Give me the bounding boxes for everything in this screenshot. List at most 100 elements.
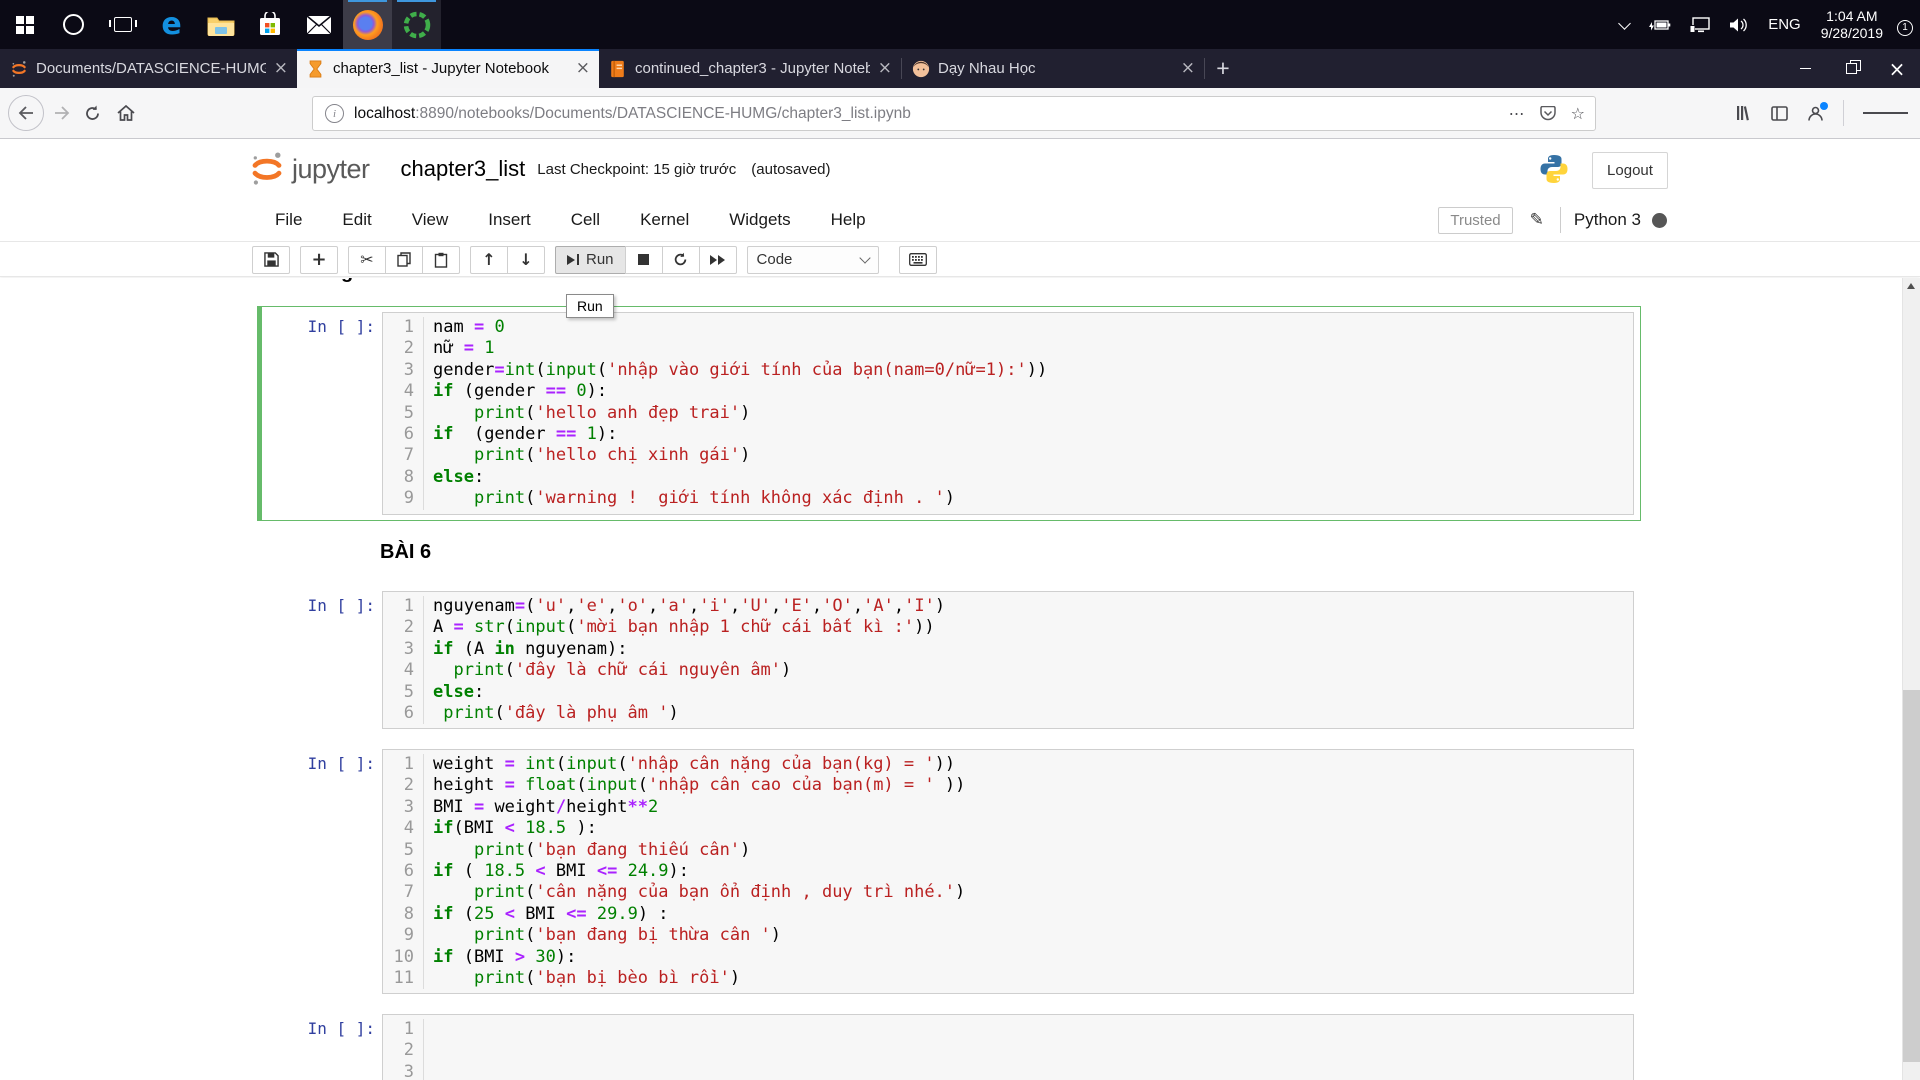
mail-button[interactable] [294, 0, 343, 49]
logout-button[interactable]: Logout [1592, 152, 1668, 189]
run-label: Run [586, 251, 614, 268]
file-explorer-button[interactable] [196, 0, 245, 49]
sidebar-toggle-icon[interactable] [1771, 106, 1788, 121]
tab-close-icon[interactable]: × [576, 60, 590, 77]
hidden-icons-chevron[interactable] [1620, 22, 1629, 28]
browser-tab-3[interactable]: continued_chapter3 - Jupyter Notebook × [599, 49, 901, 88]
browser-tab-1[interactable]: Documents/DATASCIENCE-HUMG × [0, 49, 297, 88]
line-numbers: 1234567891011 [383, 754, 424, 989]
save-button[interactable] [252, 246, 290, 274]
mail-icon [306, 15, 332, 35]
store-icon [257, 12, 283, 38]
cell-type-select[interactable]: Code [747, 246, 879, 274]
active-app-indicator [397, 0, 436, 2]
jupyter-logo[interactable] [249, 151, 285, 187]
back-button[interactable] [8, 95, 44, 131]
tab-close-icon[interactable]: × [878, 60, 892, 77]
url-path: :8890/notebooks/Documents/DATASCIENCE-HU… [415, 105, 911, 123]
cell-input-area[interactable]: 1234 [382, 1014, 1634, 1080]
menu-insert[interactable]: Insert [468, 210, 551, 230]
markdown-heading[interactable]: BÀI 6 [380, 540, 431, 564]
menu-file[interactable]: File [255, 210, 322, 230]
code-line: BMI = weight/height**2 [433, 797, 1633, 818]
python-logo-icon [1538, 153, 1570, 185]
tab-title: Dạy Nhau Học [938, 60, 1173, 77]
browser-tab-4[interactable]: Dạy Nhau Học × [902, 49, 1204, 88]
menu-kernel[interactable]: Kernel [620, 210, 709, 230]
menu-hamburger-icon[interactable] [1863, 110, 1908, 117]
action-center-button[interactable]: 1 [1901, 19, 1906, 31]
clipped-heading-fragment: g [341, 278, 363, 286]
edge-button[interactable]: e [147, 0, 196, 49]
run-all-button[interactable] [699, 246, 737, 274]
code-cell[interactable]: In [ ]:1234 [257, 1008, 1641, 1080]
scrollbar-thumb[interactable] [1903, 690, 1920, 1062]
menu-cell[interactable]: Cell [551, 210, 620, 230]
start-button[interactable] [0, 0, 49, 49]
code-line: if (BMI > 30): [433, 947, 1633, 968]
close-button[interactable]: × [1874, 49, 1920, 88]
microsoft-store-button[interactable] [245, 0, 294, 49]
account-icon[interactable] [1807, 105, 1824, 122]
jupyter-toolbar: + ✂ ↑ ↓ Run Code [0, 243, 1920, 277]
volume-status[interactable] [1729, 17, 1749, 33]
add-cell-button[interactable]: + [300, 246, 338, 274]
chevron-down-icon [859, 252, 870, 263]
code-line: if ( 18.5 < BMI <= 24.9): [433, 861, 1633, 882]
cortana-icon [63, 14, 84, 35]
page-info-icon[interactable]: i [325, 104, 344, 123]
language-indicator[interactable]: ENG [1768, 16, 1801, 33]
minimize-button[interactable] [1782, 49, 1828, 88]
code-line: print('hello anh đẹp trai') [433, 403, 1633, 424]
back-arrow-icon [18, 106, 34, 120]
cut-cell-button[interactable]: ✂ [348, 246, 386, 274]
menu-edit[interactable]: Edit [322, 210, 391, 230]
url-host: localhost [354, 105, 415, 123]
menu-help[interactable]: Help [811, 210, 886, 230]
cortana-button[interactable] [49, 0, 98, 49]
copy-cell-button[interactable] [385, 246, 423, 274]
bookmark-star-icon[interactable]: ☆ [1571, 104, 1585, 123]
notification-badge: 1 [1897, 20, 1913, 36]
url-bar[interactable]: i localhost:8890/notebooks/Documents/DAT… [312, 96, 1596, 131]
notebook-scrollbar[interactable] [1902, 278, 1920, 1080]
run-cell-button[interactable]: Run [555, 246, 626, 274]
trusted-button[interactable]: Trusted [1438, 207, 1512, 234]
notebook-title[interactable]: chapter3_list [401, 156, 526, 182]
code-cell[interactable]: In [ ]:123456789nam = 0nữ = 1gender=int(… [257, 306, 1641, 521]
code-cell[interactable]: In [ ]:123456nguyenam=('u','e','o','a','… [257, 585, 1641, 735]
battery-status[interactable] [1647, 18, 1671, 32]
restore-button[interactable] [1828, 49, 1874, 88]
code-line: if (A in nguyenam): [433, 639, 1633, 660]
browser-tab-2-active[interactable]: chapter3_list - Jupyter Notebook × [297, 49, 599, 88]
tab-close-icon[interactable]: × [1181, 60, 1195, 77]
network-status[interactable] [1689, 17, 1711, 33]
menu-view[interactable]: View [392, 210, 469, 230]
tab-close-icon[interactable]: × [274, 60, 288, 77]
restart-kernel-button[interactable] [662, 246, 700, 274]
move-cell-down-button[interactable]: ↓ [507, 246, 545, 274]
home-button[interactable] [117, 105, 135, 121]
task-view-button[interactable] [98, 0, 147, 49]
move-cell-up-button[interactable]: ↑ [470, 246, 508, 274]
pocket-icon[interactable] [1540, 106, 1556, 121]
cell-input-area[interactable]: 123456nguyenam=('u','e','o','a','i','U',… [382, 591, 1634, 729]
library-icon[interactable] [1736, 105, 1752, 121]
recorder-app-button[interactable] [392, 0, 441, 49]
code-line: print('cân nặng của bạn ổn định , duy tr… [433, 882, 1633, 903]
menu-widgets[interactable]: Widgets [709, 210, 810, 230]
forward-button[interactable] [54, 106, 70, 120]
cell-input-area[interactable]: 1234567891011weight = int(input('nhập câ… [382, 749, 1634, 994]
reload-button[interactable] [84, 105, 101, 122]
page-actions-icon[interactable]: ⋯ [1509, 104, 1525, 123]
firefox-taskbar-button[interactable] [343, 0, 392, 49]
jupyter-logo-icon [9, 59, 28, 78]
command-palette-button[interactable] [899, 246, 937, 274]
cell-input-area[interactable]: 123456789nam = 0nữ = 1gender=int(input('… [382, 312, 1634, 515]
code-cell[interactable]: In [ ]:1234567891011weight = int(input('… [257, 743, 1641, 1000]
interrupt-kernel-button[interactable] [625, 246, 663, 274]
scrollbar-up-arrow[interactable] [1907, 283, 1915, 289]
taskbar-clock[interactable]: 1:04 AM 9/28/2019 [1821, 8, 1883, 42]
paste-cell-button[interactable] [422, 246, 460, 274]
new-tab-button[interactable]: + [1205, 49, 1241, 88]
